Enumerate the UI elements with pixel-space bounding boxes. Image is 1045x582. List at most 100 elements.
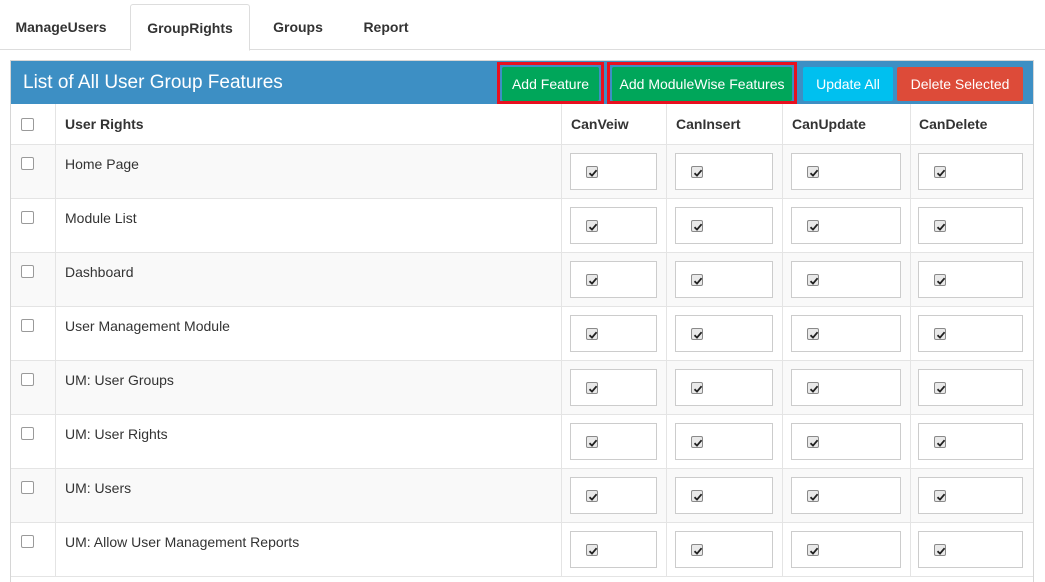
panel-title: List of All User Group Features [23, 72, 283, 93]
can-update-checkbox[interactable] [807, 490, 819, 502]
can-view-checkbox[interactable] [586, 382, 598, 394]
tab-manage-users[interactable]: ManageUsers [0, 4, 122, 50]
can-insert-checkbox[interactable] [691, 544, 703, 556]
feature-name: UM: User Rights [65, 426, 168, 442]
can-insert-checkbox[interactable] [691, 274, 703, 286]
can-insert-checkbox[interactable] [691, 328, 703, 340]
row-select-checkbox[interactable] [21, 481, 34, 494]
can-delete-checkbox[interactable] [934, 220, 946, 232]
can-delete-field [918, 423, 1023, 460]
can-delete-field [918, 477, 1023, 514]
can-view-checkbox[interactable] [586, 544, 598, 556]
checkmark-icon [936, 547, 946, 555]
can-insert-field [675, 369, 773, 406]
can-update-checkbox[interactable] [807, 166, 819, 178]
checkmark-icon [809, 169, 819, 177]
can-update-cell [783, 523, 911, 576]
can-view-checkbox[interactable] [586, 274, 598, 286]
checkmark-icon [588, 493, 598, 501]
header-canview: CanVeiw [571, 116, 629, 132]
can-insert-cell [667, 415, 783, 468]
row-select-checkbox[interactable] [21, 319, 34, 332]
can-delete-checkbox[interactable] [934, 328, 946, 340]
can-delete-checkbox[interactable] [934, 436, 946, 448]
can-insert-checkbox[interactable] [691, 382, 703, 394]
header-user-rights-cell: User Rights [56, 104, 562, 144]
checkmark-icon [693, 169, 703, 177]
table-row: Dashboard [11, 253, 1033, 307]
can-update-checkbox[interactable] [807, 328, 819, 340]
can-update-checkbox[interactable] [807, 274, 819, 286]
add-feature-button[interactable]: Add Feature [502, 67, 599, 101]
can-delete-field [918, 261, 1023, 298]
can-view-checkbox[interactable] [586, 166, 598, 178]
can-view-cell [562, 307, 667, 360]
can-delete-cell [911, 469, 1033, 522]
table-row: UM: Allow User Management Reports [11, 523, 1033, 577]
can-view-field [570, 369, 657, 406]
can-update-field [791, 207, 901, 244]
checkmark-icon [936, 169, 946, 177]
feature-name: UM: User Groups [65, 372, 174, 388]
table-header-row: User Rights CanVeiw CanInsert CanUpdate … [11, 104, 1033, 145]
can-view-cell [562, 145, 667, 198]
checkmark-icon [693, 493, 703, 501]
row-select-checkbox[interactable] [21, 427, 34, 440]
row-select-checkbox[interactable] [21, 157, 34, 170]
header-candelete: CanDelete [919, 116, 988, 132]
can-update-checkbox[interactable] [807, 382, 819, 394]
add-modulewise-features-button[interactable]: Add ModuleWise Features [612, 67, 792, 101]
can-insert-field [675, 261, 773, 298]
can-delete-checkbox[interactable] [934, 274, 946, 286]
row-select-checkbox[interactable] [21, 265, 34, 278]
can-delete-checkbox[interactable] [934, 544, 946, 556]
can-insert-field [675, 531, 773, 568]
can-view-checkbox[interactable] [586, 328, 598, 340]
tab-groups[interactable]: Groups [255, 4, 341, 50]
can-delete-checkbox[interactable] [934, 490, 946, 502]
checkmark-icon [936, 493, 946, 501]
can-update-checkbox[interactable] [807, 436, 819, 448]
checkmark-icon [588, 169, 598, 177]
checkmark-icon [693, 439, 703, 447]
checkmark-icon [693, 331, 703, 339]
can-insert-checkbox[interactable] [691, 490, 703, 502]
checkmark-icon [936, 385, 946, 393]
can-view-checkbox[interactable] [586, 490, 598, 502]
feature-name: UM: Allow User Management Reports [65, 534, 300, 550]
can-insert-checkbox[interactable] [691, 436, 703, 448]
features-panel: List of All User Group Features Add Feat… [10, 60, 1034, 582]
header-select-cell [11, 104, 56, 144]
can-update-checkbox[interactable] [807, 544, 819, 556]
can-view-cell [562, 469, 667, 522]
can-delete-checkbox[interactable] [934, 166, 946, 178]
tab-group-rights[interactable]: GroupRights [130, 4, 250, 51]
can-delete-cell [911, 523, 1033, 576]
can-view-checkbox[interactable] [586, 220, 598, 232]
can-insert-checkbox[interactable] [691, 166, 703, 178]
tab-report[interactable]: Report [345, 4, 427, 50]
select-all-checkbox[interactable] [21, 118, 34, 131]
row-select-cell [11, 415, 56, 468]
can-view-cell [562, 253, 667, 306]
can-update-cell [783, 145, 911, 198]
can-insert-checkbox[interactable] [691, 220, 703, 232]
can-view-cell [562, 199, 667, 252]
header-canupdate: CanUpdate [792, 116, 866, 132]
update-all-button[interactable]: Update All [803, 67, 893, 101]
row-select-checkbox[interactable] [21, 535, 34, 548]
can-update-checkbox[interactable] [807, 220, 819, 232]
can-view-checkbox[interactable] [586, 436, 598, 448]
can-insert-cell [667, 469, 783, 522]
header-candelete-cell: CanDelete [911, 104, 1033, 144]
feature-name: Dashboard [65, 264, 134, 280]
can-insert-cell [667, 253, 783, 306]
can-delete-checkbox[interactable] [934, 382, 946, 394]
row-select-checkbox[interactable] [21, 211, 34, 224]
panel-header: List of All User Group Features Add Feat… [11, 61, 1033, 104]
checkmark-icon [588, 223, 598, 231]
delete-selected-button[interactable]: Delete Selected [897, 67, 1023, 101]
row-select-checkbox[interactable] [21, 373, 34, 386]
header-canview-cell: CanVeiw [562, 104, 667, 144]
checkmark-icon [809, 277, 819, 285]
